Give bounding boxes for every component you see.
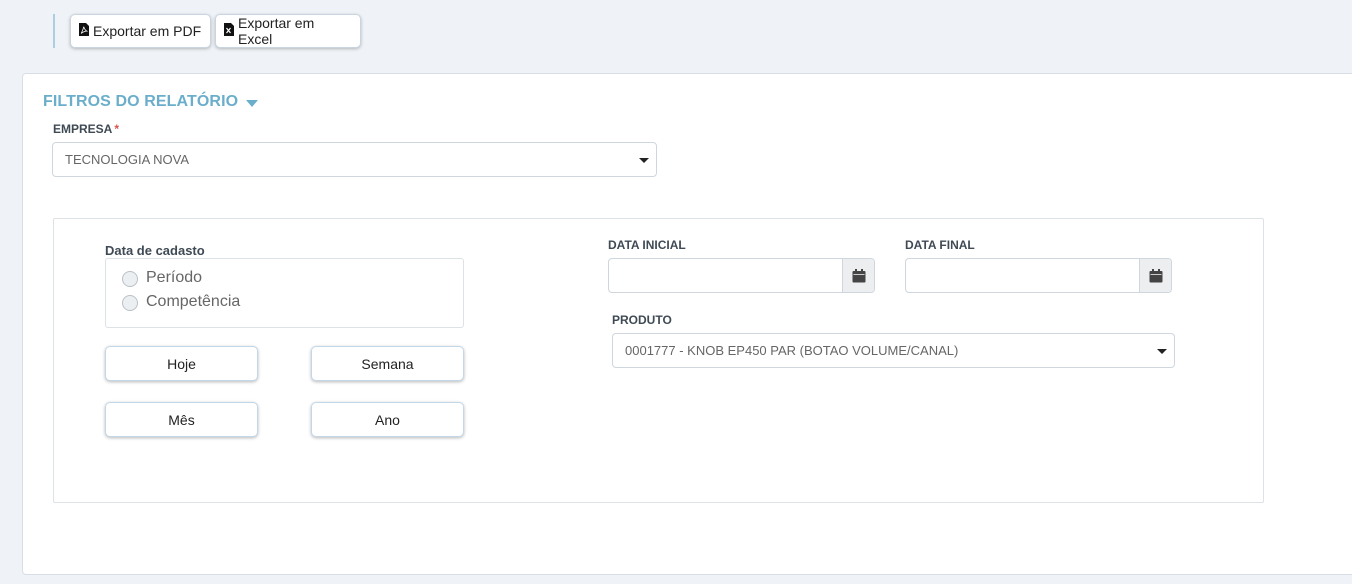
radio-periodo-label: Período	[146, 268, 203, 286]
mes-button[interactable]: Mês	[105, 402, 258, 437]
toolbar: Exportar em PDF Exportar em Excel	[0, 0, 1352, 62]
data-final-field[interactable]	[905, 258, 1172, 293]
required-mark: *	[114, 122, 120, 136]
produto-select[interactable]: 0001777 - KNOB EP450 PAR (BOTAO VOLUME/C…	[612, 333, 1175, 368]
empresa-select-value: TECNOLOGIA NOVA	[65, 152, 190, 167]
data-final-label: DATA FINAL	[905, 238, 975, 252]
export-pdf-label: Exportar em PDF	[93, 23, 202, 39]
radio-periodo-circle[interactable]	[122, 271, 138, 287]
filters-panel: FILTROS DO RELATÓRIO EMPRESA * TECNOLOGIA…	[22, 73, 1352, 575]
radio-competencia-label: Competência	[146, 292, 241, 310]
data-final-input[interactable]	[914, 267, 1114, 282]
toolbar-divider	[53, 14, 55, 48]
empresa-label: EMPRESA *	[53, 122, 119, 136]
data-cadastro-label: Data de cadasto	[105, 243, 205, 258]
caret-down-icon	[246, 99, 259, 107]
data-inicial-input[interactable]	[617, 267, 817, 282]
produto-label: PRODUTO	[612, 313, 672, 327]
data-inicial-field[interactable]	[608, 258, 875, 293]
date-filter-box: Data de cadasto Período Competência Hoje…	[53, 218, 1264, 503]
filters-toggle[interactable]: FILTROS DO RELATÓRIO	[43, 93, 259, 111]
data-inicial-label: DATA INICIAL	[608, 238, 686, 252]
empresa-label-text: EMPRESA	[53, 122, 113, 136]
ano-button[interactable]: Ano	[311, 402, 464, 437]
empresa-select[interactable]: TECNOLOGIA NOVA	[52, 142, 657, 177]
file-pdf-icon	[79, 23, 89, 39]
export-excel-label: Exportar em Excel	[238, 15, 315, 47]
produto-select-value: 0001777 - KNOB EP450 PAR (BOTAO VOLUME/C…	[625, 343, 959, 358]
radio-competencia[interactable]: Competência	[122, 292, 240, 311]
radio-periodo[interactable]: Período	[122, 268, 202, 287]
chevron-down-icon	[639, 158, 649, 163]
file-excel-icon	[224, 23, 234, 39]
data-cadastro-radio-group: Período Competência	[105, 258, 464, 328]
radio-competencia-circle[interactable]	[122, 295, 138, 311]
export-pdf-button[interactable]: Exportar em PDF	[70, 14, 211, 48]
hoje-button[interactable]: Hoje	[105, 346, 258, 381]
semana-button[interactable]: Semana	[311, 346, 464, 381]
chevron-down-icon	[1157, 349, 1167, 354]
calendar-icon[interactable]	[1139, 259, 1171, 292]
export-excel-button[interactable]: Exportar em Excel	[215, 14, 361, 48]
filters-title: FILTROS DO RELATÓRIO	[43, 93, 239, 110]
calendar-icon[interactable]	[842, 259, 874, 292]
